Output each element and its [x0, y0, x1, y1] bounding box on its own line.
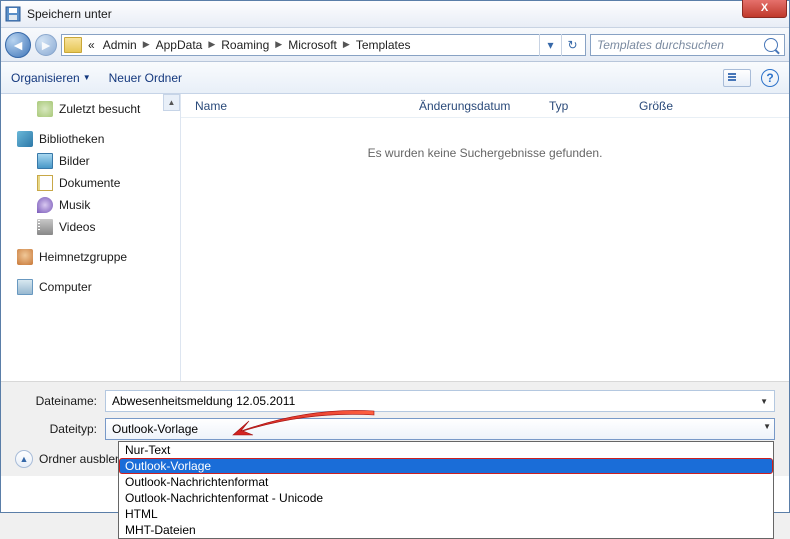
save-panel: Dateiname: Abwesenheitsmeldung 12.05.201… [1, 381, 789, 476]
titlebar: Speichern unter X [1, 1, 789, 28]
sidebar-item-pictures[interactable]: Bilder [1, 150, 180, 172]
chevron-down-icon: ▼ [83, 73, 91, 82]
sidebar-item-libraries[interactable]: Bibliotheken [1, 128, 180, 150]
view-options-button[interactable] [723, 69, 751, 87]
filetype-option[interactable]: Outlook-Nachrichtenformat - Unicode [119, 490, 773, 506]
filename-label: Dateiname: [15, 394, 105, 408]
chevron-right-icon: ▶ [141, 39, 152, 50]
videos-icon [37, 219, 53, 235]
navigation-bar: ◄ ► « Admin▶ AppData▶ Roaming▶ Microsoft… [1, 28, 789, 62]
column-name[interactable]: Name [195, 99, 419, 113]
column-date[interactable]: Änderungsdatum [419, 99, 549, 113]
breadcrumb-item[interactable]: Templates [352, 38, 415, 52]
sidebar-item-homegroup[interactable]: Heimnetzgruppe [1, 246, 180, 268]
chevron-up-icon: ▲ [15, 450, 33, 468]
computer-icon [17, 279, 33, 295]
breadcrumb-item[interactable]: Microsoft [284, 38, 341, 52]
dropdown-icon[interactable]: ▾ [539, 34, 561, 56]
breadcrumb-item[interactable]: AppData [152, 38, 207, 52]
column-size[interactable]: Größe [639, 99, 673, 113]
folder-icon [64, 37, 82, 53]
new-folder-button[interactable]: Neuer Ordner [109, 71, 182, 85]
search-input[interactable]: Templates durchsuchen [590, 34, 785, 56]
nav-forward-button[interactable]: ► [35, 34, 57, 56]
search-icon [764, 38, 778, 52]
filetype-option[interactable]: Outlook-Nachrichtenformat [119, 474, 773, 490]
chevron-right-icon: ▶ [341, 39, 352, 50]
filetype-combobox[interactable]: Outlook-Vorlage▼ [105, 418, 775, 440]
breadcrumb-item[interactable]: Roaming [217, 38, 273, 52]
music-icon [37, 197, 53, 213]
homegroup-icon [17, 249, 33, 265]
window-title: Speichern unter [27, 7, 785, 21]
filetype-option[interactable]: HTML [119, 506, 773, 522]
empty-results-message: Es wurden keine Suchergebnisse gefunden. [181, 146, 789, 160]
filetype-dropdown: Nur-Text Outlook-Vorlage Outlook-Nachric… [118, 441, 774, 539]
recent-icon [37, 101, 53, 117]
column-headers: Name Änderungsdatum Typ Größe [181, 94, 789, 118]
file-list-pane: Name Änderungsdatum Typ Größe Es wurden … [181, 94, 789, 381]
chevron-right-icon: ▶ [273, 39, 284, 50]
sidebar-item-computer[interactable]: Computer [1, 276, 180, 298]
save-icon [5, 6, 21, 22]
navigation-pane: ▲ Zuletzt besucht Bibliotheken Bilder Do… [1, 94, 181, 381]
sidebar-item-documents[interactable]: Dokumente [1, 172, 180, 194]
breadcrumb-item[interactable]: Admin [99, 38, 141, 52]
filetype-option[interactable]: MHT-Dateien [119, 522, 773, 538]
address-bar[interactable]: « Admin▶ AppData▶ Roaming▶ Microsoft▶ Te… [61, 34, 586, 56]
sidebar-item-recent[interactable]: Zuletzt besucht [1, 98, 180, 120]
toolbar: Organisieren ▼ Neuer Ordner ? [1, 62, 789, 94]
sidebar-item-music[interactable]: Musik [1, 194, 180, 216]
chevron-down-icon[interactable]: ▼ [760, 397, 768, 406]
column-type[interactable]: Typ [549, 99, 639, 113]
body-area: ▲ Zuletzt besucht Bibliotheken Bilder Do… [1, 94, 789, 381]
close-button[interactable]: X [742, 0, 787, 18]
documents-icon [37, 175, 53, 191]
scroll-up-button[interactable]: ▲ [163, 94, 180, 111]
filetype-option-selected[interactable]: Outlook-Vorlage [119, 458, 773, 474]
sidebar-item-videos[interactable]: Videos [1, 216, 180, 238]
filetype-label: Dateityp: [15, 422, 105, 436]
search-placeholder: Templates durchsuchen [597, 38, 724, 52]
save-as-dialog: Speichern unter X ◄ ► « Admin▶ AppData▶ … [0, 0, 790, 513]
libraries-icon [17, 131, 33, 147]
filename-input[interactable]: Abwesenheitsmeldung 12.05.2011▼ [105, 390, 775, 412]
chevron-down-icon: ▼ [763, 422, 771, 431]
filetype-option[interactable]: Nur-Text [119, 442, 773, 458]
pictures-icon [37, 153, 53, 169]
refresh-icon[interactable]: ↻ [561, 34, 583, 56]
organize-button[interactable]: Organisieren ▼ [11, 71, 91, 85]
help-icon[interactable]: ? [761, 69, 779, 87]
nav-back-button[interactable]: ◄ [5, 32, 31, 58]
chevron-right-icon: ▶ [206, 39, 217, 50]
breadcrumb-prefix: « [84, 38, 99, 52]
